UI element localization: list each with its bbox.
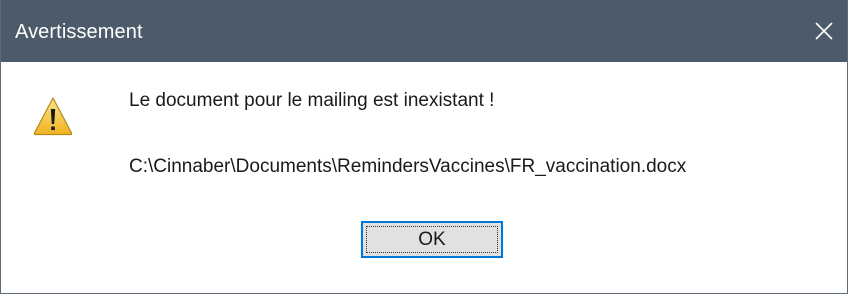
warning-icon <box>33 97 73 136</box>
ok-button[interactable]: OK <box>361 221 503 258</box>
ok-button-label: OK <box>418 228 446 250</box>
message-text: Le document pour le mailing est inexista… <box>129 90 495 111</box>
title-bar[interactable]: Avertissement <box>1 0 847 62</box>
warning-dialog: Avertissement Le document pour le mailin… <box>0 0 848 294</box>
close-icon <box>815 22 833 40</box>
dialog-body: Le document pour le mailing est inexista… <box>1 62 847 293</box>
file-path-text: C:\Cinnaber\Documents\RemindersVaccines\… <box>129 156 687 177</box>
close-button[interactable] <box>801 0 847 62</box>
dialog-title: Avertissement <box>15 21 143 43</box>
